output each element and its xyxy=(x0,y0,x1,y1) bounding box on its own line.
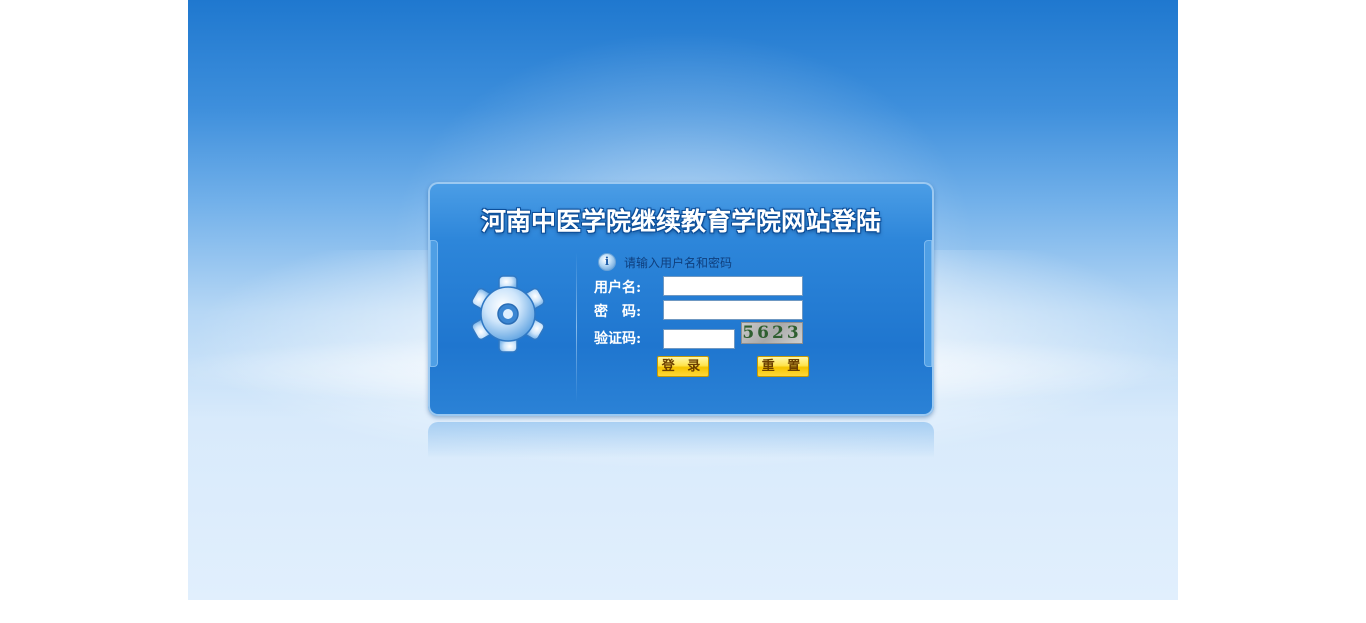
reset-button[interactable]: 重 置 xyxy=(757,356,809,377)
login-panel: 河南中医学院继续教育学院网站登陆 i 请输入用户名和密码 用户名: 密 码: 验… xyxy=(428,182,934,416)
login-button[interactable]: 登 录 xyxy=(657,356,709,377)
panel-divider xyxy=(576,252,577,402)
panel-left-tab xyxy=(430,240,438,367)
login-hint: 请输入用户名和密码 xyxy=(624,256,733,270)
captcha-image[interactable]: 5623 xyxy=(741,322,803,344)
panel-reflection xyxy=(428,422,934,458)
username-label: 用户名: xyxy=(594,280,642,296)
captcha-field[interactable] xyxy=(663,329,735,349)
password-field[interactable] xyxy=(663,300,803,320)
info-icon: i xyxy=(598,253,616,271)
panel-right-tab xyxy=(924,240,932,367)
username-field[interactable] xyxy=(663,276,803,296)
captcha-label: 验证码: xyxy=(594,331,642,347)
page-title: 河南中医学院继续教育学院网站登陆 xyxy=(480,207,881,236)
page-background: 河南中医学院继续教育学院网站登陆 i 请输入用户名和密码 用户名: 密 码: 验… xyxy=(188,0,1178,600)
password-label: 密 码: xyxy=(594,304,642,320)
gear-icon xyxy=(471,275,545,353)
